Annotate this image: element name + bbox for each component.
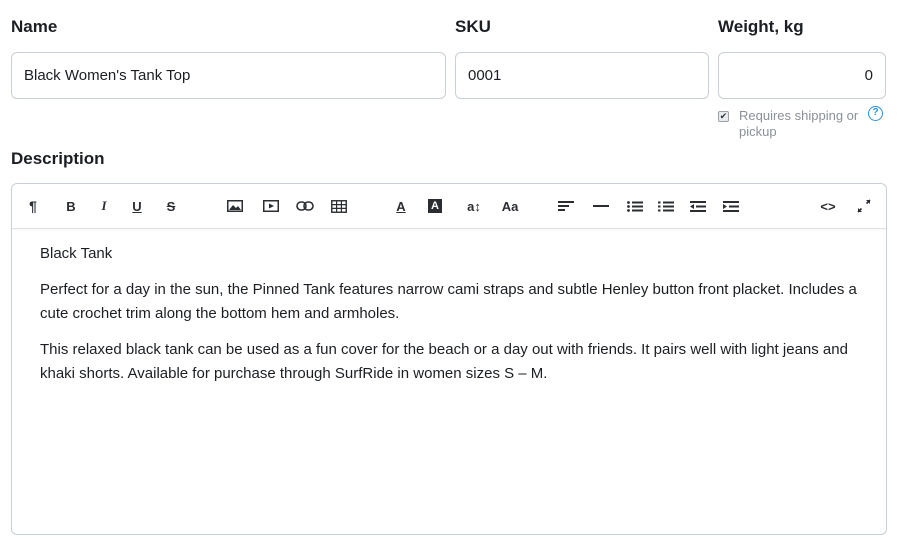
- indent-icon[interactable]: [722, 184, 740, 228]
- bulleted-list-icon[interactable]: [626, 184, 644, 228]
- help-icon[interactable]: ?: [868, 106, 883, 121]
- italic-icon[interactable]: I: [97, 184, 111, 228]
- strikethrough-icon[interactable]: S: [164, 184, 178, 228]
- editor-toolbar: ¶ B I U S A A a↕ Aa <>: [12, 184, 886, 229]
- numbered-list-icon[interactable]: [657, 184, 675, 228]
- table-icon[interactable]: [330, 184, 348, 228]
- name-field[interactable]: Black Women's Tank Top: [11, 52, 446, 99]
- horizontal-rule-icon[interactable]: [592, 184, 610, 228]
- image-icon[interactable]: [226, 184, 244, 228]
- content-paragraph-2: This relaxed black tank can be used as a…: [40, 341, 848, 382]
- outdent-icon[interactable]: [689, 184, 707, 228]
- underline-icon[interactable]: U: [130, 184, 144, 228]
- requires-shipping-label: Requires shipping or pickup: [739, 108, 859, 139]
- sku-field[interactable]: 0001: [455, 52, 709, 99]
- description-label: Description: [11, 149, 105, 168]
- bold-icon[interactable]: B: [64, 184, 78, 228]
- code-view-icon[interactable]: <>: [818, 184, 838, 228]
- content-heading: Black Tank: [40, 245, 113, 262]
- sku-label: SKU: [455, 17, 491, 36]
- link-icon[interactable]: [295, 184, 315, 228]
- editor-content[interactable]: Black Tank Perfect for a day in the sun,…: [40, 242, 858, 398]
- paragraph-icon[interactable]: ¶: [26, 184, 40, 228]
- requires-shipping-option[interactable]: ✔ Requires shipping or pickup: [718, 108, 890, 140]
- weight-field-value: 0: [864, 67, 873, 84]
- font-family-icon[interactable]: Aa: [499, 184, 521, 228]
- name-label: Name: [11, 17, 58, 36]
- name-field-value: Black Women's Tank Top: [24, 67, 191, 84]
- video-icon[interactable]: [262, 184, 280, 228]
- font-size-icon[interactable]: a↕: [464, 184, 484, 228]
- sku-field-value: 0001: [468, 67, 502, 84]
- content-paragraph-1: Perfect for a day in the sun, the Pinned…: [40, 281, 857, 322]
- text-color-icon[interactable]: A: [394, 184, 408, 228]
- weight-label: Weight, kg: [718, 17, 804, 36]
- background-color-icon[interactable]: A: [427, 184, 443, 228]
- fullscreen-icon[interactable]: [855, 184, 873, 228]
- weight-field[interactable]: 0: [718, 52, 886, 99]
- requires-shipping-checkbox[interactable]: ✔: [718, 111, 729, 122]
- description-editor[interactable]: ¶ B I U S A A a↕ Aa <> Black Tank Perfec…: [11, 183, 887, 535]
- align-icon[interactable]: [557, 184, 575, 228]
